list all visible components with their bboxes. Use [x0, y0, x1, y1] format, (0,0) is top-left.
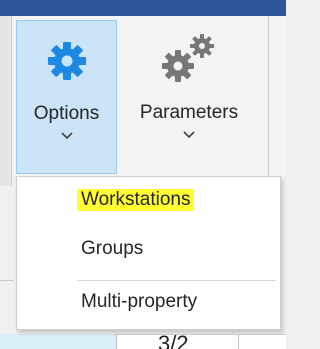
sheet-cell-border	[116, 334, 117, 349]
menu-item-label: Groups	[81, 238, 144, 259]
options-dropdown-menu: Workstations Groups Multi-property	[16, 176, 281, 330]
chevron-down-icon	[60, 132, 73, 140]
sheet-selected-cell	[0, 334, 116, 349]
parameters-button[interactable]: Parameters	[121, 20, 257, 174]
sheet-cell-value[interactable]: 3/2	[158, 331, 189, 349]
sheet-gridline	[0, 280, 14, 281]
ribbon-left-edge	[0, 16, 12, 186]
menu-item-multi-property[interactable]: Multi-property	[17, 282, 280, 322]
gears-icon	[158, 28, 220, 92]
chevron-down-icon	[183, 131, 195, 139]
menu-item-workstations[interactable]: Workstations	[17, 180, 280, 220]
menu-item-label: Multi-property	[81, 291, 198, 312]
options-label: Options	[33, 103, 100, 124]
menu-separator	[77, 280, 276, 281]
gear-icon	[45, 29, 89, 93]
options-button[interactable]: Options	[16, 20, 117, 174]
menu-item-groups[interactable]: Groups	[17, 229, 280, 269]
menu-item-label: Workstations	[77, 189, 195, 211]
ribbon-group-divider	[268, 16, 269, 176]
sheet-cell-border	[238, 334, 239, 349]
title-bar-strip	[0, 0, 286, 16]
parameters-label: Parameters	[139, 102, 239, 123]
